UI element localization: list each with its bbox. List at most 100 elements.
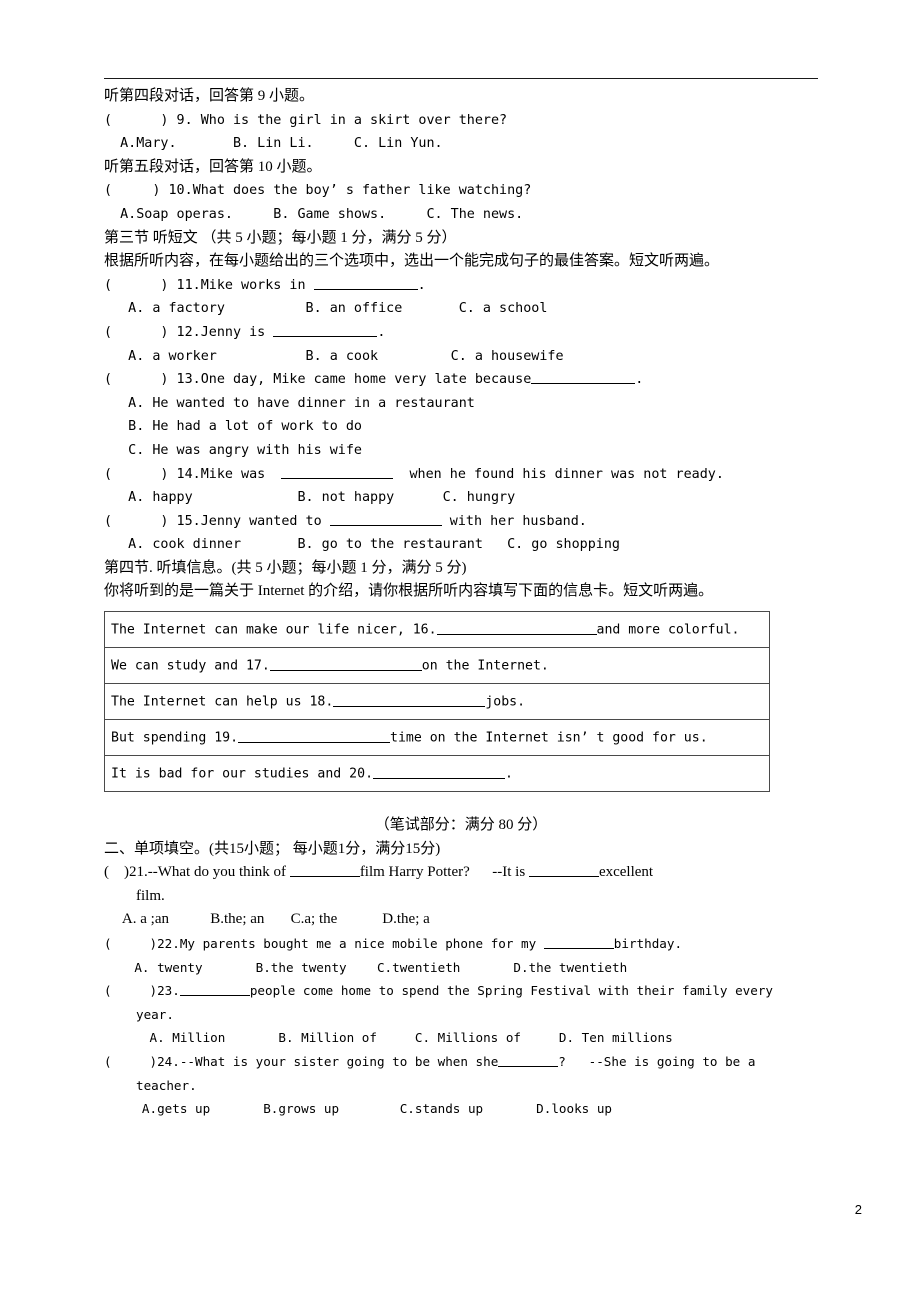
q12-marker: ( ) 12. [104,324,201,340]
question-22-options: A. twenty B.the twenty C.twentieth D.the… [104,959,628,975]
question-12-options: A. a worker B. a cook C. a housewife [104,348,564,364]
question-10-options: A.Soap operas. B. Game shows. C. The new… [104,206,524,222]
q11-answer-blank[interactable] [313,276,418,290]
dialog5-heading: 听第五段对话，回答第 10 小题。 [104,158,322,175]
row17-after: on the Internet. [421,658,549,674]
row17-before: We can study and 17. [111,658,270,674]
row18-blank[interactable] [333,693,486,707]
table-row: The Internet can make our life nicer, 16… [104,611,770,649]
section4-heading: 第四节. 听填信息。(共 5 小题；每小题 1 分，满分 5 分) [104,559,467,576]
info-row-16: The Internet can make our life nicer, 16… [104,611,770,649]
question-11: ( ) 11.Mike works in . [104,274,820,298]
info-row-20: It is bad for our studies and 20.. [104,755,770,793]
question-21: ( )21.--What do you think of film Harry … [104,861,820,885]
question-23-wrap: year. [136,1006,174,1022]
information-card-table: The Internet can make our life nicer, 16… [104,611,770,793]
q21-blank-1[interactable] [289,862,360,878]
question-14-options: A. happy B. not happy C. hungry [104,490,516,506]
question-14: ( ) 14.Mike was when he found his dinner… [104,463,820,487]
q10-marker: ( ) 10. [104,183,193,199]
question-24: ( )24.--What is your sister going to be … [104,1050,820,1074]
q24-stem-c: ? --She is going to be a [558,1054,756,1069]
q15-marker: ( ) 15. [104,513,201,529]
row19-blank[interactable] [238,729,391,743]
question-15: ( ) 15.Jenny wanted to with her husband. [104,510,820,534]
row20-blank[interactable] [373,765,506,779]
q11-stem-after: . [417,277,426,293]
question-23: ( )23. people come home to spend the Spri… [104,979,820,1003]
q13-stem-after: . [635,372,644,388]
table-row: The Internet can help us 18. jobs. [104,683,770,721]
q11-stem-before: Mike works in [200,277,314,293]
question-10: ( ) 10.What does the boy’ s father like … [104,179,820,203]
info-row-19: But spending 19. time on the Internet isn… [104,719,770,757]
q12-answer-blank[interactable] [273,323,378,337]
q12-stem-before: Jenny is [200,324,274,340]
row19-before: But spending 19. [111,730,239,746]
q22-marker: ( )22. [104,936,180,952]
exam-page: 听第四段对话，回答第 9 小题。 ( ) 9. Who is the girl … [0,0,920,1302]
q23-stem-c: people come home to spend the Spring Fes… [249,983,773,999]
question-24-wrap: teacher. [136,1077,197,1093]
dialog4-heading: 听第四段对话，回答第 9 小题。 [104,88,315,104]
question-23-options: A. Million B. Million of C. Millions of … [104,1030,673,1046]
written-part-heading: （笔试部分：满分 80 分） [374,817,548,834]
q21-blank-2[interactable] [528,862,599,878]
q23-blank-1[interactable] [179,983,250,997]
question-22: ( )22.My parents bought me a nice mobile… [104,932,820,956]
q11-marker: ( ) 11. [104,277,201,293]
q10-stem: What does the boy’ s father like watchin… [192,183,532,199]
q21-stem-b: film Harry Potter? --It is [359,864,529,881]
row16-blank[interactable] [436,621,597,635]
q15-stem-after: with her husband. [441,513,587,529]
q14-answer-blank[interactable] [281,465,394,479]
q22-blank-1[interactable] [543,936,614,950]
q14-stem-after: when he found his dinner was not ready. [393,466,724,482]
question-9: ( ) 9. Who is the girl in a skirt over t… [104,109,820,133]
q23-marker: ( )23. [104,983,180,999]
question-13: ( ) 13.One day, Mike came home very late… [104,368,820,392]
q13-marker: ( ) 13. [104,372,201,388]
q15-answer-blank[interactable] [329,512,442,526]
question-21-wrap: film. [136,887,165,904]
question-13-option-c: C. He was angry with his wife [104,442,362,458]
question-12: ( ) 12.Jenny is . [104,321,820,345]
section3-instruction: 根据所听内容，在每小题给出的三个选项中，选出一个能完成句子的最佳答案。短文听两遍… [104,253,720,270]
question-13-option-b: B. He had a lot of work to do [104,419,362,435]
q21-marker: ( )21. [104,864,148,881]
page-number: 2 [854,1202,862,1217]
q12-stem-after: . [377,324,386,340]
row16-before: The Internet can make our life nicer, 16… [111,622,437,638]
table-row: It is bad for our studies and 20.. [104,755,770,793]
row17-blank[interactable] [269,657,422,671]
q9-marker: ( ) 9. [104,112,201,128]
table-row: We can study and 17. on the Internet. [104,647,770,685]
question-21-options: A. a ;an B.the; an C.a; the D.the; a [104,911,430,928]
info-row-18: The Internet can help us 18. jobs. [104,683,770,721]
written-section-heading: 二、单项填空。(共15小题； 每小题1分，满分15分) [104,840,441,857]
q14-stem-before: Mike was [200,466,282,482]
question-13-option-a: A. He wanted to have dinner in a restaur… [104,395,475,411]
q21-stem-a: --What do you think of [147,864,290,881]
row19-after: time on the Internet isn’ t good for us. [390,730,708,746]
section4-instruction: 你将听到的是一篇关于 Internet 的介绍，请你根据所听内容填写下面的信息卡… [104,583,714,600]
q13-stem-before: One day, Mike came home very late becaus… [200,372,532,388]
row20-after: . [505,766,513,782]
row16-after: and more colorful. [596,622,740,638]
q14-marker: ( ) 14. [104,466,201,482]
q21-stem-c: excellent [598,864,654,881]
question-9-options: A.Mary. B. Lin Li. C. Lin Yun. [104,136,443,152]
info-row-17: We can study and 17. on the Internet. [104,647,770,685]
q22-stem-a: My parents bought me a nice mobile phone… [179,936,544,952]
q22-stem-c: birthday. [613,936,683,952]
q24-blank-1[interactable] [498,1054,559,1067]
q13-answer-blank[interactable] [531,370,636,385]
row18-before: The Internet can help us 18. [111,694,334,710]
row18-after: jobs. [485,694,526,710]
question-24-options: A.gets up B.grows up C.stands up D.looks… [104,1101,612,1117]
section3-heading: 第三节 听短文 （共 5 小题；每小题 1 分，满分 5 分） [104,229,457,246]
page-content: 听第四段对话，回答第 9 小题。 ( ) 9. Who is the girl … [104,78,820,1121]
q15-stem-before: Jenny wanted to [200,513,330,529]
q9-stem: Who is the girl in a skirt over there? [200,112,508,128]
header-rule [104,78,818,79]
